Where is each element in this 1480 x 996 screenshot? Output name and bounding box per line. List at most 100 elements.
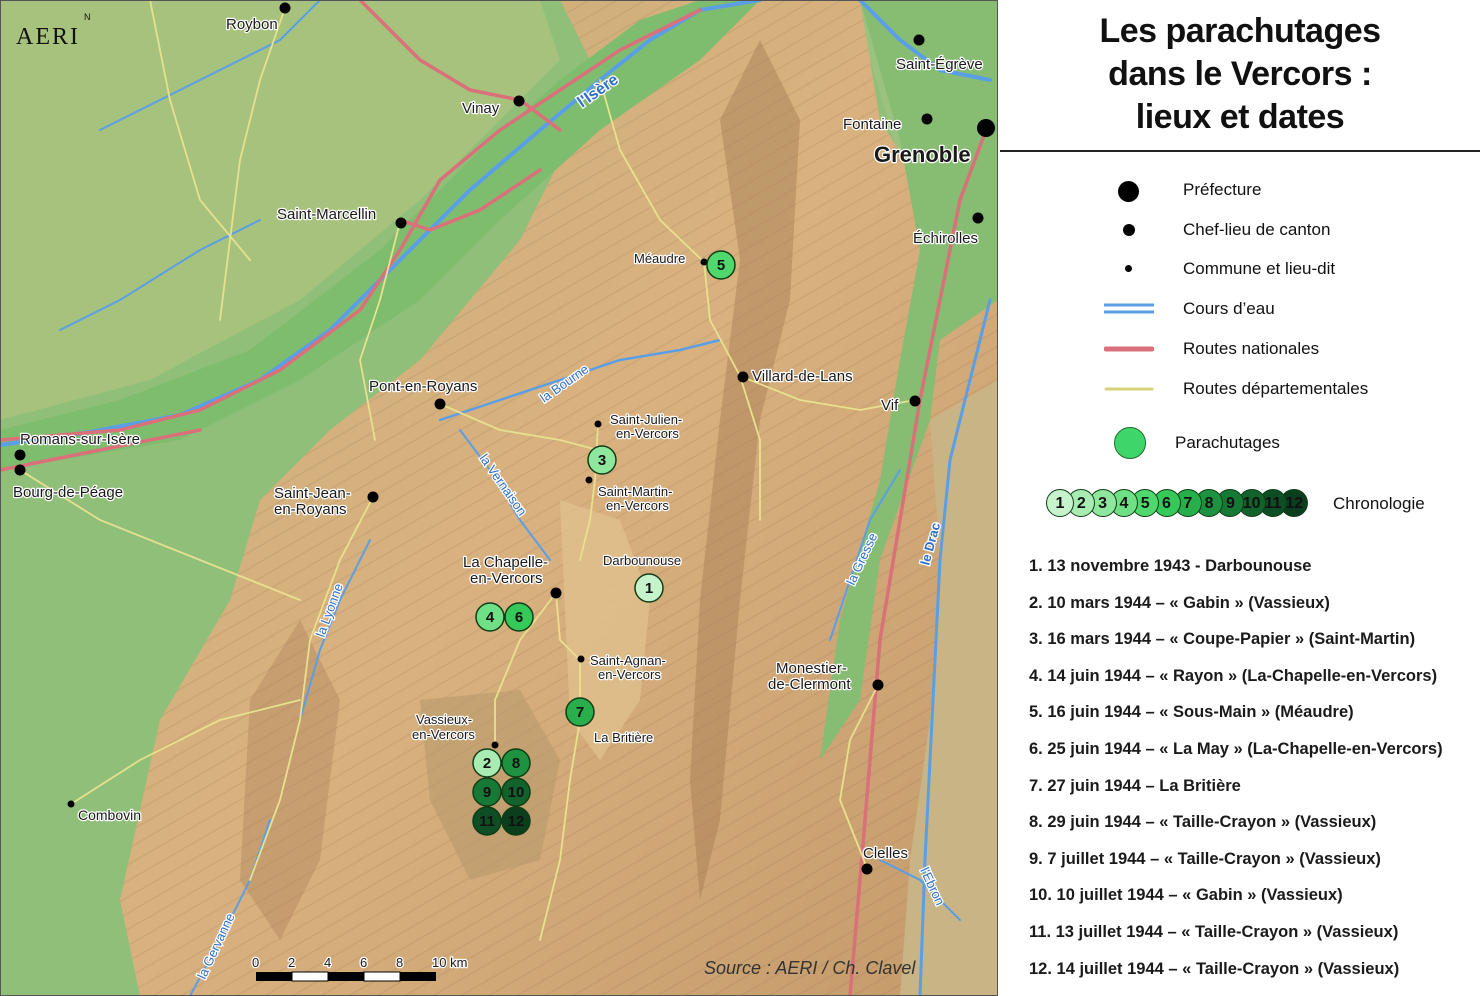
commune-dot [577,655,585,663]
drop-marker-number: 12 [508,813,525,830]
scale-tick: 8 [396,955,403,970]
legend-drops: Parachutages [1000,427,1480,461]
national-road-symbol [1104,346,1154,352]
canton-dot [367,491,379,503]
drop-list-item: 11. 13 juillet 1944 – « Taille-Crayon » … [1029,923,1399,941]
commune-dot [491,741,499,749]
canton-dot [909,395,921,407]
canton-dot [737,371,749,383]
legend-commune: Commune et lieu-dit [1000,255,1480,285]
place-label-saint-martin: Saint-Martin- [598,484,672,499]
drop-marker-number: 3 [598,452,606,469]
chronology-scale: 1 2 3 4 5 6 7 8 9 10 11 12 [1046,489,1336,519]
place-label-saint-egreve: Saint-Égrève [896,56,983,73]
source-credit: Source : AERI / Ch. Clavel [704,958,916,978]
relief-map: Roybon Vinay Saint-Égrève Fontaine Greno… [0,0,998,996]
canton-dot [14,464,26,476]
place-label-saint-jean: en-Royans [274,501,347,518]
place-label-vif: Vif [881,397,899,414]
commune-symbol [1125,265,1132,272]
drop-list-item: 1. 13 novembre 1943 - Darbounouse [1029,557,1312,575]
drop-marker-number: 6 [515,609,523,626]
canton-dot [513,95,525,107]
scale-tick: 2 [288,955,295,970]
drop-list-item: 9. 7 juillet 1944 – « Taille-Crayon » (V… [1029,849,1381,868]
drop-list-item: 8. 29 juin 1944 – « Taille-Crayon » (Vas… [1029,813,1377,832]
place-label-vassieux: Vassieux- [416,712,472,727]
place-label-saint-marcellin: Saint-Marcellin [277,206,376,223]
place-label-la-chapelle: en-Vercors [470,570,543,587]
drop-list-item: 5. 16 juin 1944 – « Sous-Main » (Méaudre… [1029,703,1354,722]
canton-dot [913,34,925,46]
drop-list-item: 4. 14 juin 1944 – « Rayon » (La-Chapelle… [1029,666,1438,685]
drop-marker-number: 9 [483,784,491,801]
canton-dot [872,679,884,691]
drop-list-item: 6. 25 juin 1944 – « La May » (La-Chapell… [1029,740,1443,758]
place-label-la-chapelle: La Chapelle- [463,554,548,571]
place-label-monestier: de-Clermont [768,676,851,693]
title-line: Les parachutages [1099,12,1381,50]
place-label-clelles: Clelles [863,845,908,862]
chronology-label: Chronologie [1333,494,1425,513]
drop-marker-number: 10 [508,784,525,801]
place-label-monestier: Monestier- [776,660,847,677]
drop-marker-number: 11 [479,813,495,830]
place-label-saint-agnan: en-Vercors [598,667,661,682]
drop-list-item: 3. 16 mars 1944 – « Coupe-Papier » (Sain… [1029,630,1416,649]
place-label-saint-agnan: Saint-Agnan- [590,653,666,668]
scale-tick: 10 km [432,955,467,970]
title-line: lieux et dates [1135,98,1345,136]
legend-dept-road: Routes départementales [1000,375,1480,405]
canton-dot [861,863,873,875]
title-line: dans le Vercors : [1108,55,1372,93]
commune-dot [594,420,602,428]
canton-dot [395,217,407,229]
drop-marker-number: 1 [645,580,653,597]
commune-dot [67,800,75,808]
north-mark: N [84,12,91,22]
drop-list-item: 10. 10 juillet 1944 – « Gabin » (Vassieu… [1029,886,1343,905]
canton-dot [434,398,446,410]
scale-tick: 6 [360,955,367,970]
place-label-villard-de-lans: Villard-de-Lans [752,368,853,385]
place-label-pont-en-royans: Pont-en-Royans [369,378,477,395]
place-label-combovin: Combovin [78,807,141,823]
place-label-meaudre: Méaudre [634,251,685,266]
place-label-roybon: Roybon [226,16,278,33]
canton-dot [14,449,26,461]
drop-symbol [1114,427,1146,459]
logo-text: AERI [16,24,80,50]
place-label-saint-julien: Saint-Julien- [610,412,682,427]
legend-label: Routes nationales [1183,339,1320,358]
legend-canton: Chef-lieu de canton [1000,216,1480,246]
place-label-saint-jean: Saint-Jean- [274,485,351,502]
grenoble-dot [977,119,995,137]
legend-label: Préfecture [1183,180,1262,199]
place-label-romans: Romans-sur-Isère [20,431,140,448]
legend-label: Commune et lieu-dit [1183,259,1336,278]
legend-panel: Les parachutages dans le Vercors : lieux… [1000,0,1480,996]
drop-list-item: 12. 14 juillet 1944 – « Taille-Crayon » … [1029,959,1400,978]
canton-symbol [1123,224,1135,236]
scale-tick: 4 [324,955,331,970]
place-label-bourg-de-peage: Bourg-de-Péage [13,484,123,501]
drop-marker-number: 7 [576,704,584,721]
legend-label: Chef-lieu de canton [1183,220,1331,239]
canton-dot [972,212,984,224]
legend-river: Cours d’eau [1000,295,1480,325]
drop-list-item: 2. 10 mars 1944 – « Gabin » (Vassieux) [1029,593,1330,612]
legend-label: Routes départementales [1183,379,1369,398]
legend-label: Parachutages [1175,433,1280,452]
place-label-vinay: Vinay [462,100,500,117]
map-figure: Roybon Vinay Saint-Égrève Fontaine Greno… [0,0,1480,996]
place-label-la-britiere: La Britière [594,730,653,745]
canton-dot [279,2,291,14]
place-label-echirolles: Échirolles [913,230,978,247]
legend-label: Cours d’eau [1183,299,1275,318]
legend-national-road: Routes nationales [1000,335,1480,365]
place-label-darbounouse: Darbounouse [603,553,681,568]
drop-marker-number: 5 [717,257,725,274]
prefecture-symbol [1118,181,1139,202]
canton-dot [550,587,562,599]
map-title: Les parachutages dans le Vercors : lieux… [1000,10,1480,139]
